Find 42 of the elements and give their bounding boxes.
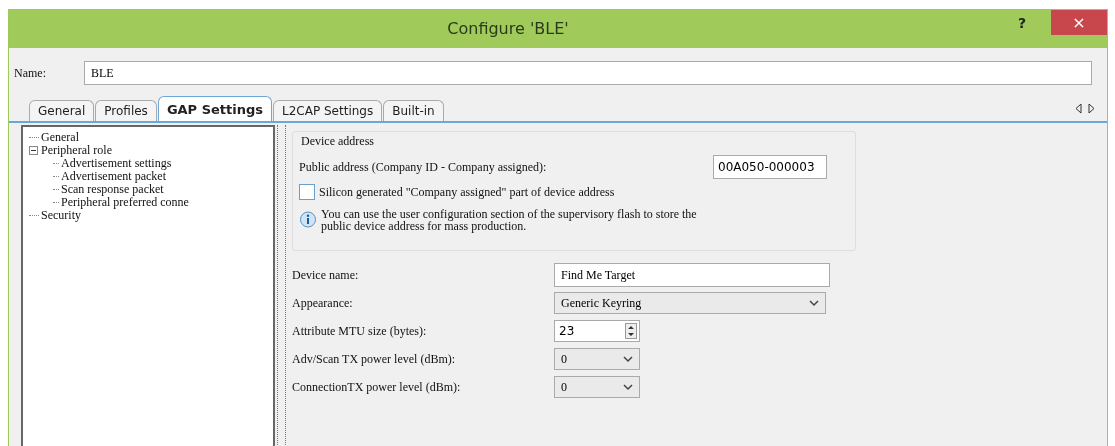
scroll-right-icon[interactable] [1088, 102, 1095, 114]
tree-item[interactable]: Security [41, 208, 81, 223]
tree-item[interactable]: General [41, 130, 79, 145]
tab[interactable]: GAP Settings [157, 96, 273, 121]
tree-item[interactable]: Advertisement settings [61, 156, 172, 171]
tree-item[interactable]: Advertisement packet [61, 169, 166, 184]
field-label: Appearance: [292, 295, 354, 311]
field-label: Attribute MTU size (bytes): [292, 323, 428, 339]
dropdown[interactable]: Generic Keyring [554, 292, 826, 314]
window-title: Configure 'BLE' [446, 18, 570, 40]
dropdown[interactable]: 0 [554, 348, 640, 370]
public-address-label: Public address (Company ID - Company assigned): [299, 159, 547, 175]
tab[interactable]: General [29, 100, 95, 121]
chevron-down-icon [623, 383, 633, 391]
info-text: You can use the user configuration section of the supervisory flash to store the public device address for mass production. [321, 208, 698, 232]
name-label: Name: [14, 65, 46, 81]
dropdown[interactable]: 0 [554, 376, 640, 398]
tab[interactable]: L2CAP Settings [273, 100, 383, 121]
group-title: Device address [301, 134, 375, 149]
spinner-arrows-icon [625, 323, 637, 339]
splitter[interactable] [277, 125, 286, 446]
info-icon [299, 211, 317, 229]
field-label: ConnectionTX power level (dBm): [292, 379, 462, 395]
tab[interactable]: Profiles [95, 100, 157, 121]
spin-field[interactable]: 23 [554, 320, 640, 342]
field-label: Device name: [292, 267, 360, 283]
tree-item[interactable]: Peripheral preferred conne [61, 195, 189, 210]
tab[interactable]: Built-in [383, 100, 444, 121]
device-name-field[interactable]: Find Me Target [554, 263, 830, 287]
checkbox[interactable] [299, 184, 315, 200]
chevron-down-icon [809, 299, 819, 307]
tree-item[interactable]: Scan response packet [61, 182, 164, 197]
scroll-left-icon[interactable] [1075, 102, 1082, 114]
help-button[interactable]: ? [1007, 10, 1037, 36]
name-field[interactable]: BLE [84, 61, 1092, 85]
checkbox-label: Silicon generated "Company assigned" part of device address [319, 184, 615, 200]
close-button[interactable]: × [1051, 10, 1107, 35]
field-label: Adv/Scan TX power level (dBm): [292, 351, 457, 367]
public-address-field[interactable]: 00A050-000003 [713, 155, 827, 179]
collapse-icon[interactable] [29, 146, 38, 155]
chevron-down-icon [623, 355, 633, 363]
tree-item[interactable]: Peripheral role [41, 143, 112, 158]
